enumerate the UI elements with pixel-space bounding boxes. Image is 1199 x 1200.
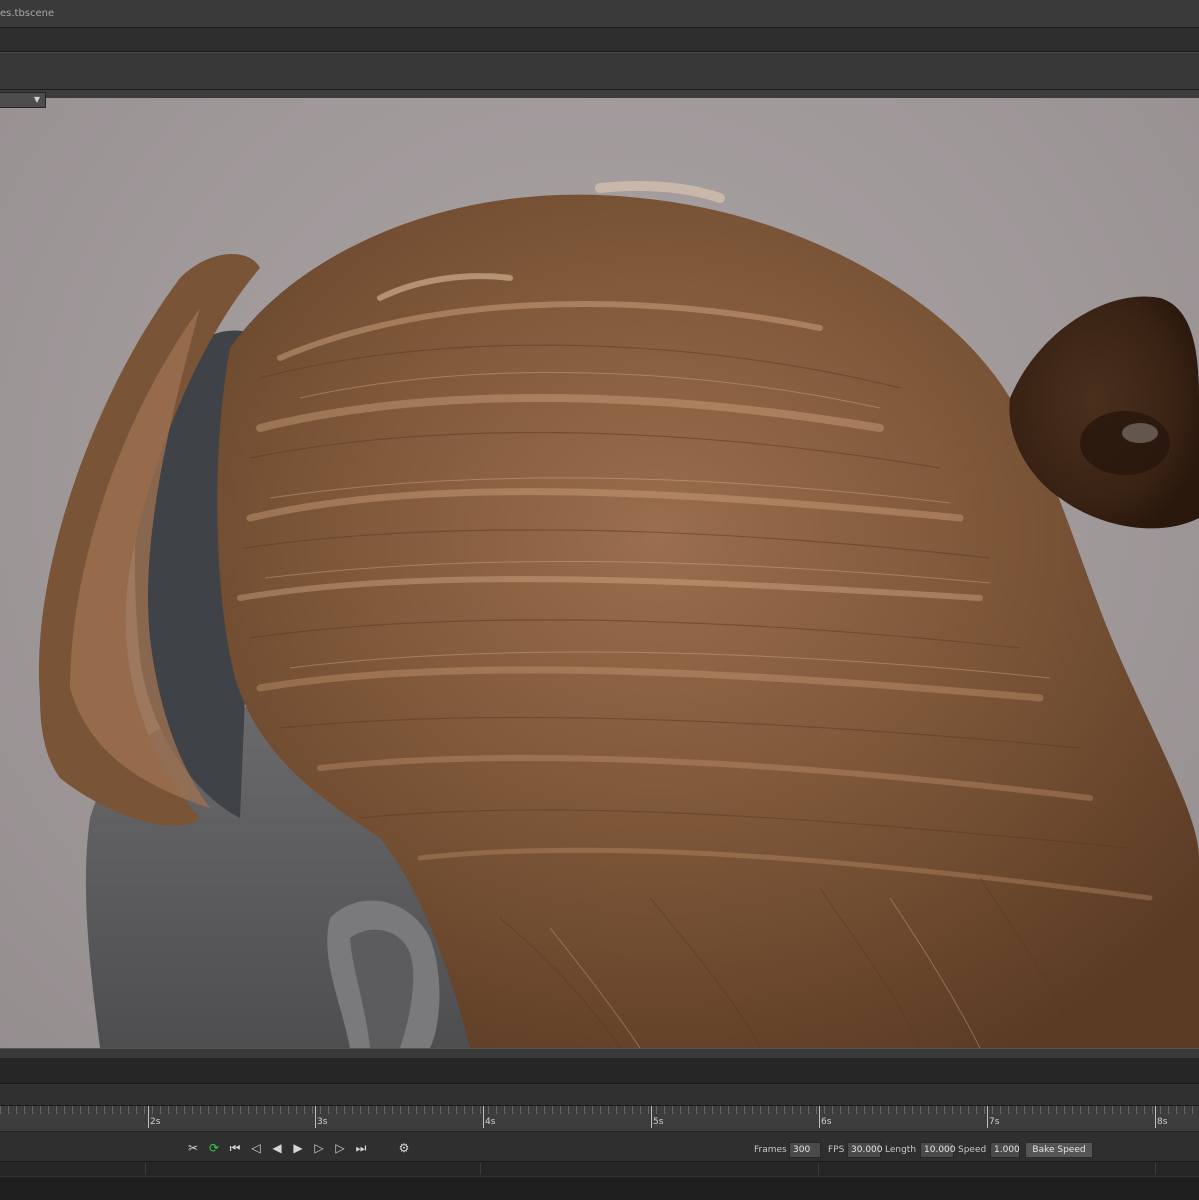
tick-label: 2s — [150, 1117, 161, 1127]
speed-label: Speed — [958, 1145, 987, 1155]
bake-speed-button[interactable]: Bake Speed — [1025, 1142, 1093, 1158]
camera-dropdown[interactable]: ▼ — [0, 92, 46, 108]
step-back-icon[interactable]: ◀ — [269, 1140, 285, 1156]
tick-label: 4s — [485, 1117, 496, 1127]
step-forward-icon[interactable]: ▷ — [311, 1140, 327, 1156]
tick-major — [483, 1106, 484, 1128]
tick-label: 7s — [989, 1117, 1000, 1127]
window-title: es.tbscene — [0, 8, 55, 19]
timeline-ruler[interactable]: 2s 3s 4s 5s 6s 7s 8s — [0, 1106, 1199, 1132]
settings-icon[interactable]: ⚙ — [396, 1140, 412, 1156]
toolbar — [0, 52, 1199, 90]
scissors-icon[interactable]: ✂ — [185, 1140, 201, 1156]
speed-field[interactable]: 1.000 — [990, 1142, 1020, 1158]
skip-to-start-icon[interactable]: ⏮ — [227, 1140, 243, 1156]
prev-key-icon[interactable]: ◁ — [248, 1140, 264, 1156]
3d-viewport[interactable] — [0, 98, 1199, 1048]
tick-label: 3s — [317, 1117, 328, 1127]
length-label: Length — [885, 1145, 917, 1155]
fps-label: FPS — [828, 1145, 845, 1155]
tick-major — [315, 1106, 316, 1128]
tick-major — [651, 1106, 652, 1128]
next-key-icon[interactable]: ▷ — [332, 1140, 348, 1156]
frames-label: Frames — [754, 1145, 787, 1155]
tick-label: 8s — [1157, 1117, 1168, 1127]
bottom-bar — [0, 1176, 1199, 1200]
fps-field[interactable]: 30.000 — [847, 1142, 883, 1158]
title-bar: es.tbscene — [0, 0, 1199, 28]
tick-major — [1155, 1106, 1156, 1128]
hair-render — [38, 181, 1199, 1048]
status-divider — [145, 1163, 146, 1175]
chevron-down-icon: ▼ — [33, 95, 40, 104]
tick-major — [819, 1106, 820, 1128]
viewport-status-strip — [0, 1048, 1199, 1058]
track-header — [0, 1084, 1199, 1106]
tick-label: 6s — [821, 1117, 832, 1127]
timeline-minor-ticks — [0, 1106, 1199, 1114]
status-divider — [480, 1163, 481, 1175]
play-icon[interactable]: ▶ — [290, 1140, 306, 1156]
playback-controls: ✂ ⟳ ⏮ ◁ ◀ ▶ ▷ ▷ ⏭ ⚙ Frames 300 FPS 30.00… — [0, 1132, 1199, 1162]
skip-to-end-icon[interactable]: ⏭ — [353, 1140, 369, 1156]
frames-field[interactable]: 300 — [789, 1142, 821, 1158]
length-field[interactable]: 10.000 — [920, 1142, 956, 1158]
tick-major — [987, 1106, 988, 1128]
status-divider — [818, 1163, 819, 1175]
menu-bar — [0, 28, 1199, 52]
track-panel — [0, 1058, 1199, 1084]
loop-icon[interactable]: ⟳ — [206, 1140, 222, 1156]
status-divider — [1155, 1163, 1156, 1175]
status-panel — [0, 1162, 1199, 1176]
tick-major — [148, 1106, 149, 1128]
app-window: es.tbscene ▼ 2s 3s 4s 5s 6s 7s 8s ✂ ⟳ ⏮ … — [0, 0, 1199, 1200]
tick-label: 5s — [653, 1117, 664, 1127]
